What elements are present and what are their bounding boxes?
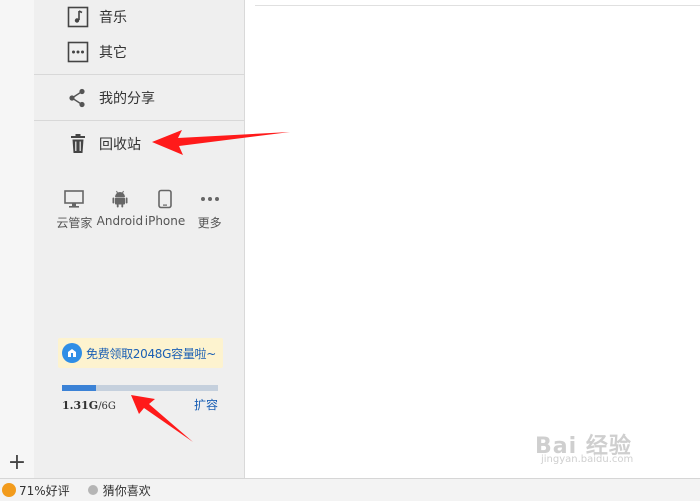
circle-icon	[87, 485, 98, 495]
expand-storage-link[interactable]: 扩容	[194, 396, 218, 413]
device-label: 云管家	[56, 216, 93, 230]
device-cloud-manager[interactable]: 云管家	[52, 188, 97, 238]
quota-total: /6G	[98, 401, 116, 412]
free-storage-promo[interactable]: 免费领取2048G容量啦~	[58, 338, 223, 368]
smiley-icon	[2, 483, 16, 497]
quota-used: 1.31G	[62, 399, 99, 412]
device-label: iPhone	[144, 214, 186, 228]
monitor-icon	[52, 188, 97, 210]
rating-button[interactable]: 71%好评	[2, 482, 70, 499]
guess-you-like-button[interactable]: 猜你喜欢	[87, 482, 151, 499]
device-more[interactable]: 更多	[187, 188, 232, 238]
sidebar: 音乐 其它 我的分享 回收站 云管家 Android iPhone 更多 免费领…	[34, 0, 245, 478]
device-iphone[interactable]: iPhone	[143, 188, 188, 238]
sidebar-item-other[interactable]: 其它	[34, 30, 244, 74]
device-android[interactable]: Android	[97, 188, 143, 238]
share-icon	[67, 87, 89, 109]
android-icon	[97, 188, 143, 210]
baidu-jingyan-watermark: Bai 经验 jingyan.baidu.com	[535, 428, 665, 468]
more-dots-icon	[187, 188, 232, 210]
status-bar: 71%好评 猜你喜欢	[0, 478, 700, 501]
left-strip: +	[0, 0, 35, 478]
divider	[34, 120, 244, 121]
watermark-sub: jingyan.baidu.com	[541, 454, 634, 465]
more-box-icon	[67, 41, 89, 63]
device-label: 更多	[197, 216, 222, 230]
device-label: Android	[96, 214, 144, 228]
sidebar-item-my-share[interactable]: 我的分享	[34, 76, 244, 120]
sidebar-item-recycle-bin[interactable]: 回收站	[34, 122, 244, 166]
trash-icon	[67, 133, 89, 155]
storage-quota-text: 1.31G/6G	[62, 399, 116, 412]
music-icon	[67, 6, 89, 28]
gift-badge-icon	[62, 343, 82, 363]
rating-text: 71%好评	[19, 483, 70, 498]
storage-quota-fill	[62, 385, 97, 391]
promo-text: 免费领取2048G容量啦~	[86, 346, 216, 361]
watermark-main: Bai 经验	[535, 434, 632, 459]
main-content-divider	[255, 5, 700, 6]
plus-icon[interactable]: +	[6, 452, 28, 474]
sidebar-item-label: 回收站	[99, 137, 141, 153]
phone-icon	[143, 188, 188, 210]
guess-text: 猜你喜欢	[102, 483, 151, 498]
device-shortcuts: 云管家 Android iPhone 更多	[52, 188, 232, 238]
storage-quota-bar	[62, 385, 218, 391]
sidebar-item-label: 其它	[99, 45, 127, 61]
divider	[34, 74, 244, 75]
sidebar-item-label: 我的分享	[99, 91, 155, 107]
sidebar-item-label: 音乐	[99, 10, 127, 26]
